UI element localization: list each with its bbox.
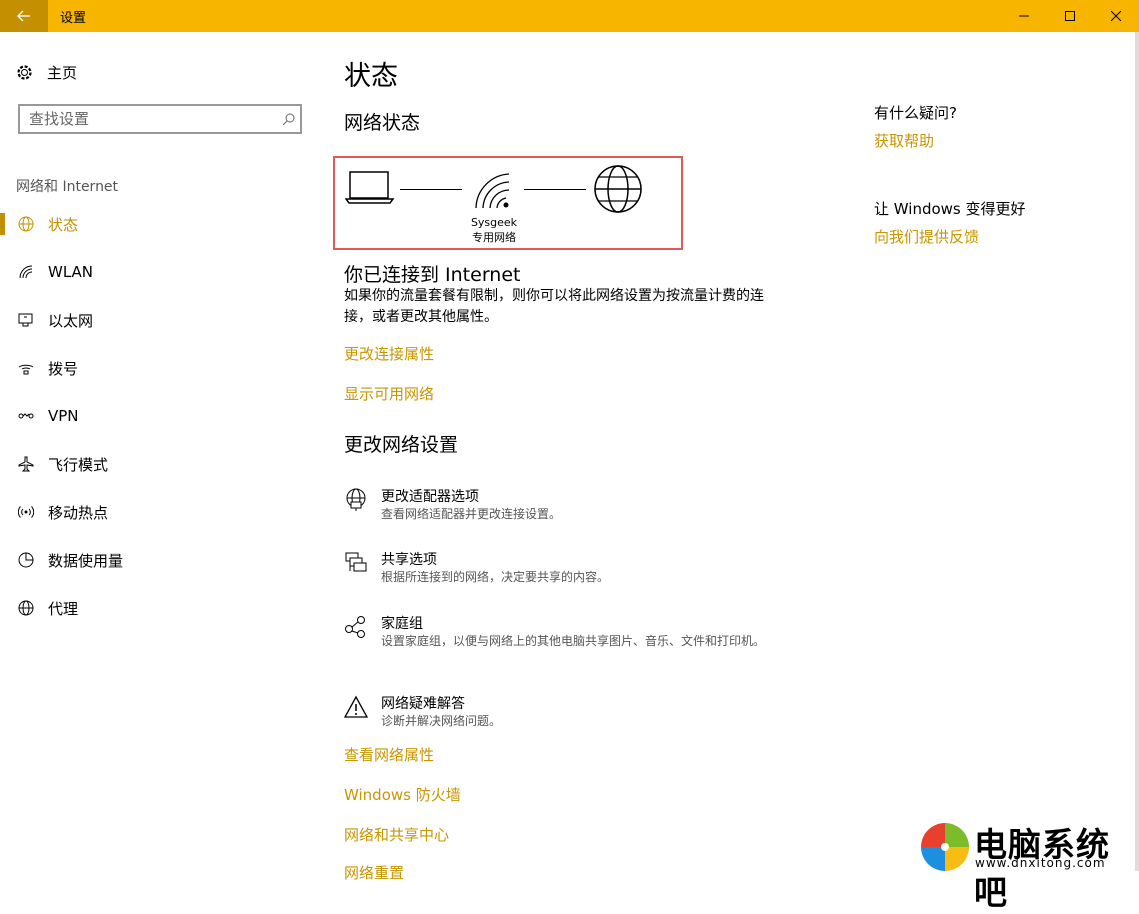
page-title: 状态 — [344, 61, 398, 92]
watermark: 电脑系统吧 www.dnxitong.com — [918, 818, 1139, 912]
sidebar-item-status[interactable]: 状态 — [0, 200, 320, 248]
sidebar-item-airplane[interactable]: 飞行模式 — [0, 440, 320, 488]
sidebar-item-label: VPN — [48, 407, 79, 425]
connected-description: 如果你的流量套餐有限制，则你可以将此网络设置为按流量计费的连接，或者更改其他属性… — [344, 288, 764, 325]
search-input[interactable] — [20, 109, 276, 129]
sidebar-item-dialup[interactable]: 拨号 — [0, 344, 320, 392]
windows-firewall-link[interactable]: Windows 防火墙 — [344, 784, 461, 805]
feedback-link[interactable]: 向我们提供反馈 — [874, 226, 979, 247]
sidebar-item-label: 状态 — [48, 215, 79, 234]
get-help-link[interactable]: 获取帮助 — [874, 130, 934, 151]
question-title: 有什么疑问? — [874, 104, 957, 122]
back-button[interactable] — [0, 0, 48, 32]
network-caption: Sysgeek 专用网络 — [451, 215, 537, 245]
view-network-properties-link[interactable]: 查看网络属性 — [344, 744, 434, 765]
maximize-button[interactable] — [1047, 0, 1093, 32]
globe-status-icon — [18, 216, 34, 232]
sidebar-item-label: 移动热点 — [48, 503, 109, 522]
option-title: 共享选项 — [381, 552, 437, 568]
option-description: 设置家庭组，以便与网络上的其他电脑共享图片、音乐、文件和打印机。 — [381, 634, 766, 648]
sidebar-item-label: WLAN — [48, 263, 94, 281]
nav-list: 状态 WLAN 以太网 拨号 VPN 飞行模式 移动热点 数据使用量 代理 — [0, 200, 320, 632]
show-available-networks-link[interactable]: 显示可用网络 — [344, 383, 434, 404]
vpn-icon — [18, 413, 34, 419]
proxy-globe-icon — [18, 600, 34, 616]
option-title: 网络疑难解答 — [381, 696, 465, 712]
hotspot-icon — [18, 506, 34, 518]
option-description: 诊断并解决网络问题。 — [381, 714, 502, 728]
main-content: 状态 网络状态 Sysgeek 专用网络 你已连接到 Internet 如果你的… — [333, 32, 824, 882]
sidebar-item-proxy[interactable]: 代理 — [0, 584, 320, 632]
data-usage-icon — [18, 552, 34, 568]
back-arrow-icon — [17, 10, 30, 22]
watermark-url: www.dnxitong.com — [975, 856, 1106, 870]
option-title: 更改适配器选项 — [381, 489, 479, 505]
network-diagram: Sysgeek 专用网络 — [333, 156, 683, 250]
sidebar-item-data-usage[interactable]: 数据使用量 — [0, 536, 320, 584]
connected-heading: 你已连接到 Internet — [344, 264, 521, 286]
dialup-icon — [18, 364, 34, 375]
network-status-heading: 网络状态 — [344, 112, 421, 134]
search-box[interactable] — [18, 104, 302, 134]
window-controls — [1001, 0, 1139, 32]
sidebar: 主页 网络和 Internet 状态 WLAN 以太网 拨号 VPN 飞行模式 — [0, 32, 320, 871]
change-network-heading: 更改网络设置 — [344, 434, 459, 456]
sidebar-item-label: 飞行模式 — [48, 455, 109, 474]
sidebar-item-label: 以太网 — [48, 311, 94, 330]
improve-title: 让 Windows 变得更好 — [874, 200, 1026, 218]
close-button[interactable] — [1093, 0, 1139, 32]
sidebar-item-label: 拨号 — [48, 359, 79, 378]
windows-logo-icon — [921, 823, 969, 871]
connector-line — [524, 189, 586, 190]
sidebar-item-ethernet[interactable]: 以太网 — [0, 296, 320, 344]
internet-globe-icon — [594, 165, 642, 213]
sidebar-item-hotspot[interactable]: 移动热点 — [0, 488, 320, 536]
network-sharing-center-link[interactable]: 网络和共享中心 — [344, 824, 449, 845]
search-icon — [282, 113, 294, 125]
scrollbar[interactable] — [1135, 32, 1139, 871]
connector-line — [400, 189, 462, 190]
adapter-icon — [346, 488, 366, 511]
sharing-icon — [345, 552, 367, 572]
sidebar-item-label: 代理 — [48, 599, 79, 618]
network-name: Sysgeek — [470, 216, 518, 229]
change-connection-properties-link[interactable]: 更改连接属性 — [344, 343, 434, 364]
network-reset-link[interactable]: 网络重置 — [344, 862, 404, 883]
warning-icon — [344, 695, 368, 718]
home-label: 主页 — [47, 64, 78, 82]
gear-icon — [17, 65, 32, 80]
home-link[interactable]: 主页 — [16, 62, 77, 83]
laptop-icon — [345, 171, 395, 204]
wifi-icon — [19, 265, 33, 279]
close-icon — [1111, 11, 1121, 21]
airplane-icon — [18, 456, 34, 472]
homegroup-icon — [345, 616, 365, 638]
ethernet-icon — [18, 313, 33, 327]
network-type: 专用网络 — [472, 231, 516, 244]
sidebar-item-vpn[interactable]: VPN — [0, 392, 320, 440]
window-title: 设置 — [60, 10, 87, 26]
option-title: 家庭组 — [381, 616, 423, 632]
wifi-signal-icon — [475, 173, 510, 209]
option-description: 查看网络适配器并更改连接设置。 — [381, 507, 562, 521]
minimize-button[interactable] — [1001, 0, 1047, 32]
sidebar-item-label: 数据使用量 — [48, 551, 124, 570]
maximize-icon — [1065, 11, 1075, 21]
title-bar: 设置 — [0, 0, 1139, 32]
minimize-icon — [1019, 15, 1029, 17]
section-label: 网络和 Internet — [16, 179, 119, 195]
option-description: 根据所连接到的网络，决定要共享的内容。 — [381, 570, 610, 584]
sidebar-item-wlan[interactable]: WLAN — [0, 248, 320, 296]
